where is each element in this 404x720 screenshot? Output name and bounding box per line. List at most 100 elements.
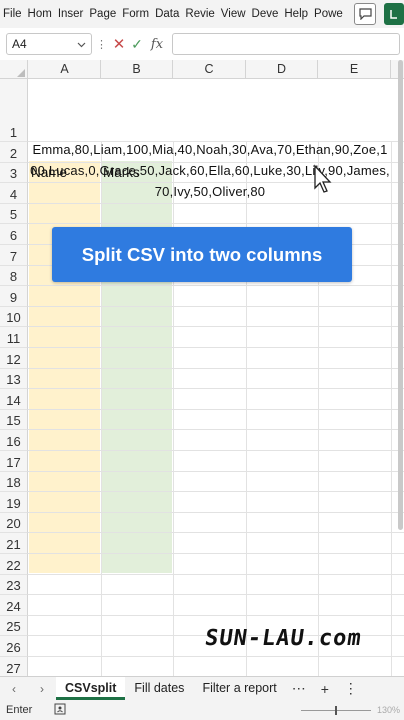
row-header-label: 13 bbox=[6, 372, 21, 388]
row-header-8[interactable]: 8 bbox=[0, 265, 28, 287]
worksheet-grid[interactable]: A B C D E 1 2 3 4 5 6 7 8 9 10 11 12 13 14 15 16 17 18 19 2… bbox=[0, 60, 404, 676]
row-header-1[interactable]: 1 bbox=[0, 79, 28, 142]
ribbon-tab-review[interactable]: Revie bbox=[182, 0, 217, 28]
tab-csvsplit[interactable]: CSVsplit bbox=[56, 677, 126, 700]
ribbon-tab-file[interactable]: File bbox=[0, 0, 25, 28]
row-header-19[interactable]: 19 bbox=[0, 492, 28, 513]
tab-fill-dates[interactable]: Fill dates bbox=[125, 677, 193, 700]
select-all-corner[interactable] bbox=[0, 60, 28, 79]
row-gridline bbox=[28, 347, 404, 348]
row-header-label: 19 bbox=[6, 495, 21, 511]
accessibility-icon[interactable] bbox=[54, 703, 66, 718]
vertical-scrollbar[interactable] bbox=[398, 60, 403, 530]
row-gridline bbox=[28, 305, 404, 307]
ribbon-tab-data[interactable]: Data bbox=[152, 0, 182, 28]
tab-right-arrow-icon[interactable]: › bbox=[28, 682, 56, 696]
more-options-icon[interactable]: ⋮ bbox=[338, 680, 364, 697]
row-header-2[interactable]: 2 bbox=[0, 142, 28, 163]
row-header-18[interactable]: 18 bbox=[0, 471, 28, 493]
row-header-6[interactable]: 6 bbox=[0, 224, 28, 245]
row-header-26[interactable]: 26 bbox=[0, 636, 28, 657]
row-header-27[interactable]: 27 bbox=[0, 657, 28, 676]
row-header-label: 12 bbox=[6, 351, 21, 367]
formula-bar: A4 ⋮ ✕ ✓ fx bbox=[0, 31, 404, 57]
row-header-16[interactable]: 16 bbox=[0, 430, 28, 451]
row-gridline bbox=[28, 491, 404, 493]
fx-icon[interactable]: fx bbox=[146, 37, 168, 52]
ribbon-tab-home[interactable]: Hom bbox=[25, 0, 55, 28]
column-header-a[interactable]: A bbox=[29, 60, 101, 79]
column-gridline bbox=[173, 142, 174, 676]
row-header-label: 23 bbox=[6, 578, 21, 594]
row-header-5[interactable]: 5 bbox=[0, 203, 28, 225]
sheet-tab-bar: ‹ › CSVsplit Fill dates Filter a report … bbox=[0, 676, 404, 700]
column-header-c[interactable]: C bbox=[173, 60, 246, 79]
column-gridline bbox=[391, 142, 392, 676]
row-header-9[interactable]: 9 bbox=[0, 286, 28, 307]
cancel-x-icon[interactable]: ✕ bbox=[110, 35, 128, 53]
row-header-label: 8 bbox=[9, 269, 18, 285]
ribbon-tab-developer[interactable]: Deve bbox=[249, 0, 282, 28]
comment-icon[interactable] bbox=[354, 3, 376, 25]
row-header-7[interactable]: 7 bbox=[0, 245, 28, 266]
row-header-12[interactable]: 12 bbox=[0, 348, 28, 369]
formula-input[interactable] bbox=[172, 33, 400, 55]
dropdown-arrow-icon[interactable] bbox=[77, 37, 86, 51]
add-sheet-icon[interactable]: + bbox=[312, 681, 338, 697]
more-icon[interactable]: ⋯ bbox=[286, 680, 312, 697]
column-header-d[interactable]: D bbox=[246, 60, 318, 79]
row-header-3[interactable]: 3 bbox=[0, 162, 28, 184]
ribbon-tab-page-layout[interactable]: Page bbox=[86, 0, 119, 28]
row-header-4[interactable]: 4 bbox=[0, 183, 28, 204]
row-gridline bbox=[28, 450, 404, 451]
tab-left-arrow-icon[interactable]: ‹ bbox=[0, 682, 28, 696]
row-header-15[interactable]: 15 bbox=[0, 409, 28, 431]
row-header-21[interactable]: 21 bbox=[0, 533, 28, 554]
row-header-13[interactable]: 13 bbox=[0, 368, 28, 390]
cell-a1-csv-text[interactable]: Emma,80,Liam,100,Mia,40,Noah,30,Ava,70,E… bbox=[29, 139, 391, 202]
watermark-logo: SUN-LAU.com bbox=[203, 626, 364, 651]
row-header-10[interactable]: 10 bbox=[0, 306, 28, 328]
row-header-20[interactable]: 20 bbox=[0, 512, 28, 534]
column-gridline bbox=[318, 142, 319, 676]
row-header-label: 7 bbox=[9, 248, 18, 264]
row-header-11[interactable]: 11 bbox=[0, 327, 28, 348]
column-header-e[interactable]: E bbox=[318, 60, 391, 79]
zoom-level[interactable]: 130% bbox=[377, 705, 400, 715]
column-header-b[interactable]: B bbox=[101, 60, 173, 79]
cell-b3-marks[interactable]: Marks bbox=[103, 165, 140, 180]
row-header-17[interactable]: 17 bbox=[0, 451, 28, 472]
zoom-slider[interactable] bbox=[300, 705, 371, 715]
row-header-label: 1 bbox=[9, 125, 18, 140]
row-gridline bbox=[28, 429, 404, 431]
row-header-14[interactable]: 14 bbox=[0, 389, 28, 410]
tab-filter-a-report[interactable]: Filter a report bbox=[193, 677, 285, 700]
row-header-23[interactable]: 23 bbox=[0, 574, 28, 596]
name-box[interactable]: A4 bbox=[6, 33, 92, 55]
row-header-label: 2 bbox=[9, 145, 18, 161]
mouse-cursor-icon bbox=[313, 164, 333, 199]
ribbon-tab-formulas[interactable]: Form bbox=[119, 0, 152, 28]
cell-a3-name[interactable]: Name bbox=[31, 165, 67, 180]
row-header-24[interactable]: 24 bbox=[0, 595, 28, 616]
ribbon-tab-insert[interactable]: Inser bbox=[55, 0, 87, 28]
row-header-label: 20 bbox=[6, 516, 21, 532]
title-banner: Split CSV into two columns bbox=[52, 227, 352, 282]
ribbon-tab-view[interactable]: View bbox=[218, 0, 249, 28]
row-header-label: 14 bbox=[6, 392, 21, 408]
ribbon-tab-help[interactable]: Help bbox=[281, 0, 311, 28]
share-icon[interactable] bbox=[384, 3, 404, 25]
ribbon-tab-power[interactable]: Powe bbox=[311, 0, 346, 28]
row-gridline bbox=[28, 614, 404, 616]
status-bar: Enter 130% bbox=[0, 700, 404, 720]
confirm-check-icon[interactable]: ✓ bbox=[128, 36, 146, 53]
row-gridline bbox=[28, 388, 404, 390]
formula-bar-grip[interactable]: ⋮ bbox=[96, 38, 107, 51]
row-header-22[interactable]: 22 bbox=[0, 554, 28, 575]
row-gridline bbox=[28, 656, 404, 657]
row-header-label: 21 bbox=[6, 536, 21, 552]
column-gridline bbox=[246, 142, 247, 676]
row-gridline bbox=[28, 594, 404, 596]
row-header-25[interactable]: 25 bbox=[0, 615, 28, 637]
row-gridline bbox=[28, 223, 404, 225]
